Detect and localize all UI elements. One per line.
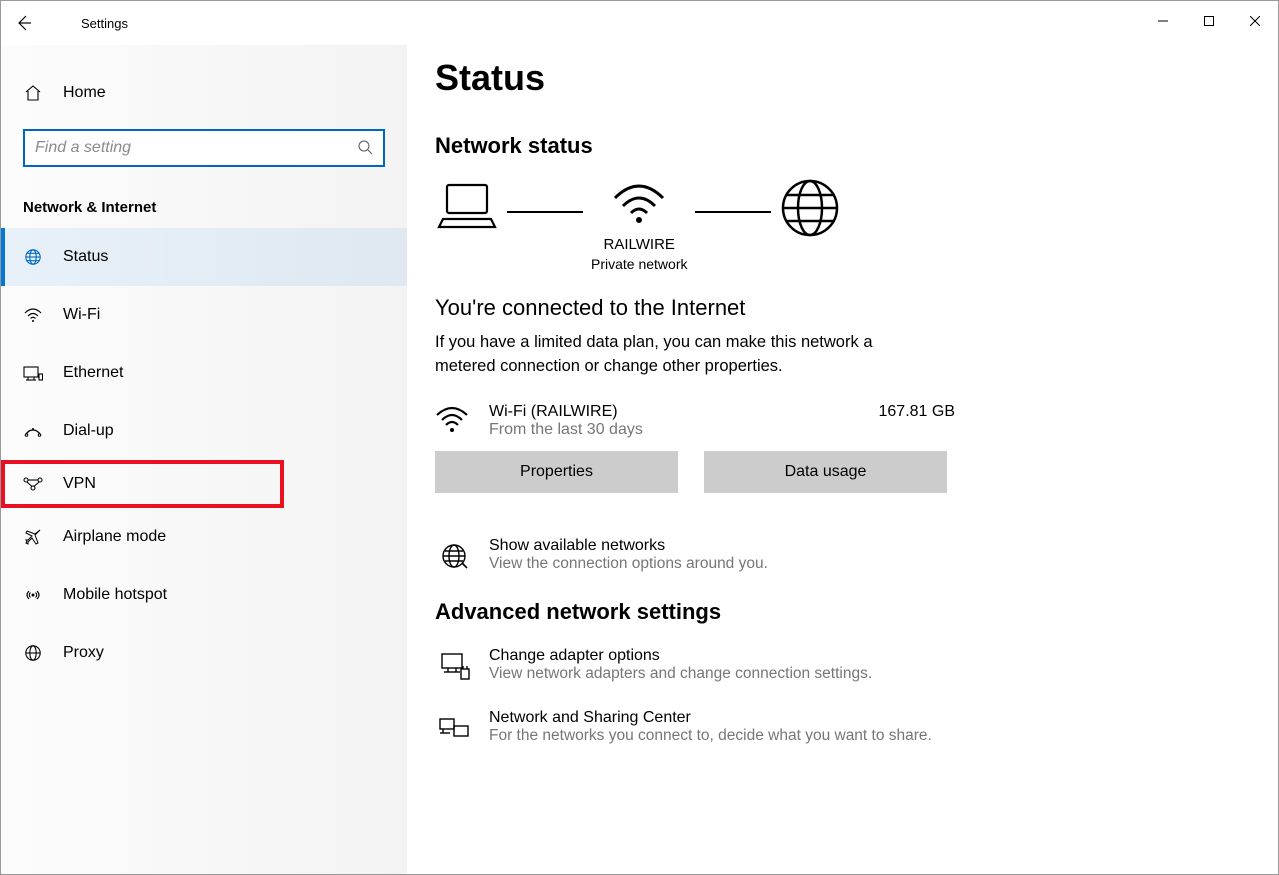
connection-period: From the last 30 days [489,421,861,439]
sidebar-item-ethernet[interactable]: Ethernet [1,344,407,402]
link-sub: View network adapters and change connect… [489,665,872,683]
wifi-node-icon: RAILWIRE Private network [591,178,687,275]
sharing-icon [435,709,473,747]
search-box[interactable] [23,129,385,167]
vpn-icon [23,477,43,491]
sidebar-item-vpn[interactable]: VPN [1,460,284,508]
ethernet-icon [23,365,43,381]
sidebar-item-airplane[interactable]: Airplane mode [1,508,407,566]
connected-body: If you have a limited data plan, you can… [435,331,935,379]
link-title: Show available networks [489,537,768,555]
sidebar-item-hotspot[interactable]: Mobile hotspot [1,566,407,624]
airplane-icon [23,528,43,546]
link-sub: View the connection options around you. [489,555,768,573]
sidebar-item-proxy[interactable]: Proxy [1,624,407,682]
globe-icon [435,537,473,575]
adapter-icon [435,647,473,685]
link-title: Change adapter options [489,647,872,665]
connection-row: Wi-Fi (RAILWIRE) From the last 30 days 1… [435,403,955,439]
show-available-networks[interactable]: Show available networks View the connect… [435,537,1250,575]
page-title: Status [435,57,1250,99]
sidebar-item-label: Mobile hotspot [63,586,167,604]
link-sub: For the networks you connect to, decide … [489,727,932,745]
link-title: Network and Sharing Center [489,709,932,727]
connection-name: Wi-Fi (RAILWIRE) [489,403,861,421]
category-label: Network & Internet [1,185,407,228]
advanced-title: Advanced network settings [435,599,1250,625]
wifi-icon [435,403,471,438]
sidebar-item-label: Status [63,248,108,266]
laptop-icon [435,179,499,273]
sidebar-item-dialup[interactable]: Dial-up [1,402,407,460]
wifi-icon [23,306,43,324]
data-usage-button[interactable]: Data usage [704,451,947,493]
search-input[interactable] [35,139,357,157]
home-icon [23,84,43,102]
sidebar-item-label: Ethernet [63,364,123,382]
change-adapter-options[interactable]: Change adapter options View network adap… [435,647,1250,685]
sidebar: Home Network & Internet Status Wi-Fi Eth… [1,45,407,874]
sidebar-item-label: Wi-Fi [63,306,100,324]
sidebar-item-label: Proxy [63,644,104,662]
network-name: RAILWIRE [591,234,687,255]
home-nav[interactable]: Home [1,71,407,115]
sidebar-item-label: Airplane mode [63,528,166,546]
window-title: Settings [81,16,128,31]
sidebar-item-label: VPN [63,475,96,493]
network-diagram: RAILWIRE Private network [435,177,1250,275]
globe-icon [23,248,43,266]
dialup-icon [23,422,43,440]
network-sharing-center[interactable]: Network and Sharing Center For the netwo… [435,709,1250,749]
section-title: Network status [435,133,1250,159]
sidebar-item-status[interactable]: Status [1,228,407,286]
main-content: Status Network status RAILWIRE Private n… [407,1,1278,874]
sidebar-item-label: Dial-up [63,422,114,440]
connection-usage: 167.81 GB [879,403,956,421]
home-label: Home [63,84,106,102]
hotspot-icon [23,586,43,604]
connected-heading: You're connected to the Internet [435,295,1250,321]
back-button[interactable] [1,1,45,45]
internet-icon [779,177,841,275]
sidebar-item-wifi[interactable]: Wi-Fi [1,286,407,344]
search-icon [357,139,373,158]
properties-button[interactable]: Properties [435,451,678,493]
network-type: Private network [591,255,687,275]
proxy-icon [23,644,43,662]
